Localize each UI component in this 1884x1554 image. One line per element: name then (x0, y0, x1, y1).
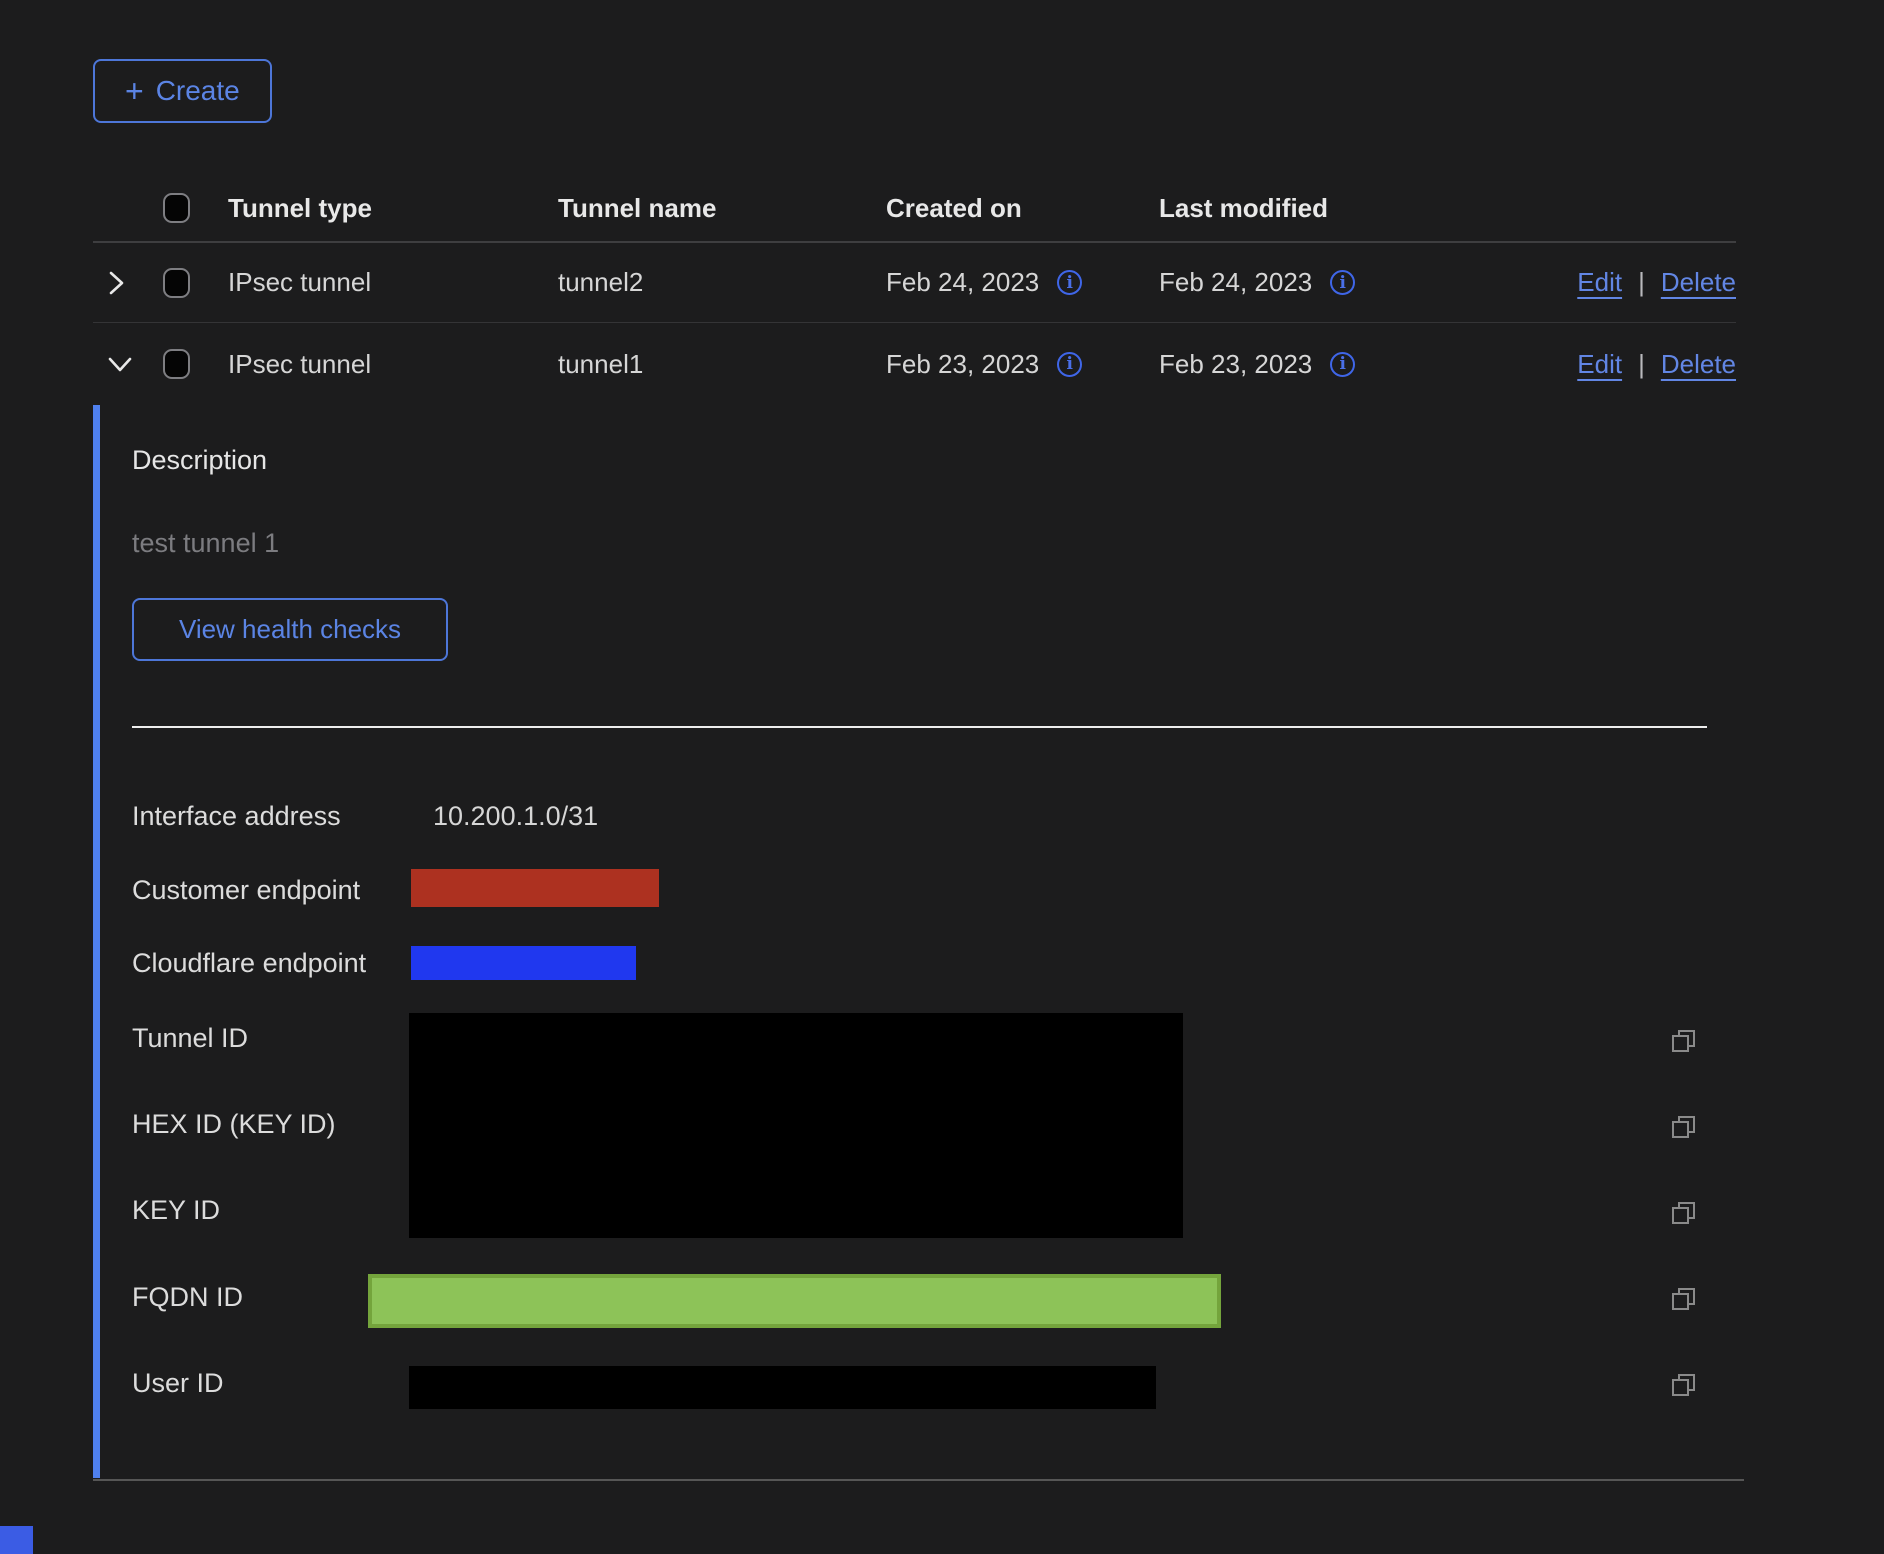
tunnel-name-cell: tunnel1 (558, 349, 886, 380)
edit-link[interactable]: Edit (1577, 349, 1622, 380)
delete-link[interactable]: Delete (1661, 267, 1736, 298)
partial-panel-border (0, 1526, 33, 1554)
customer-endpoint-redacted-value (411, 869, 659, 907)
description-label: Description (132, 445, 267, 476)
tunnel-name-cell: tunnel2 (558, 267, 886, 298)
tunnel-id-label: Tunnel ID (132, 1023, 248, 1053)
row-checkbox[interactable] (163, 268, 190, 298)
edit-link[interactable]: Edit (1577, 267, 1622, 298)
key-id-label: KEY ID (132, 1195, 220, 1225)
copy-tunnel-id-icon[interactable] (1670, 1027, 1698, 1055)
user-id-label: User ID (132, 1368, 224, 1398)
ids-redacted-values (409, 1013, 1183, 1238)
interface-address-value: 10.200.1.0/31 (433, 801, 598, 831)
section-divider (132, 726, 1707, 728)
copy-key-id-icon[interactable] (1670, 1199, 1698, 1227)
info-icon[interactable]: i (1330, 270, 1355, 295)
actions-separator: | (1638, 349, 1645, 380)
description-value: test tunnel 1 (132, 528, 279, 559)
view-health-checks-button[interactable]: View health checks (132, 598, 448, 661)
create-button-label: Create (156, 75, 240, 107)
actions-separator: | (1638, 267, 1645, 298)
hex-id-label: HEX ID (KEY ID) (132, 1109, 336, 1139)
customer-endpoint-label: Customer endpoint (132, 875, 360, 905)
tunnel-type-cell: IPsec tunnel (228, 349, 558, 380)
tunnels-table: Tunnel type Tunnel name Created on Last … (93, 175, 1736, 405)
chevron-right-icon[interactable] (106, 269, 126, 297)
delete-link[interactable]: Delete (1661, 349, 1736, 380)
create-button[interactable]: + Create (93, 59, 272, 123)
info-icon[interactable]: i (1057, 352, 1082, 377)
last-modified-value: Feb 23, 2023 (1159, 349, 1312, 380)
tunnel-details-panel: Description test tunnel 1 View health ch… (93, 405, 1736, 1478)
select-all-checkbox[interactable] (163, 193, 190, 223)
created-on-value: Feb 24, 2023 (886, 267, 1039, 298)
tunnel-type-cell: IPsec tunnel (228, 267, 558, 298)
tunnels-page: + Create Tunnel type Tunnel name Created… (0, 0, 1884, 1554)
info-icon[interactable]: i (1330, 352, 1355, 377)
header-tunnel-name: Tunnel name (558, 193, 886, 224)
fqdn-id-label: FQDN ID (132, 1282, 243, 1312)
chevron-down-icon[interactable] (106, 354, 134, 374)
table-header-row: Tunnel type Tunnel name Created on Last … (93, 175, 1736, 243)
copy-fqdn-id-icon[interactable] (1670, 1285, 1698, 1313)
cloudflare-endpoint-redacted-value (411, 946, 636, 980)
row-checkbox[interactable] (163, 349, 190, 379)
copy-hex-id-icon[interactable] (1670, 1113, 1698, 1141)
header-last-modified: Last modified (1159, 193, 1479, 224)
header-created-on: Created on (886, 193, 1159, 224)
fqdn-id-redacted-value (368, 1274, 1221, 1328)
last-modified-value: Feb 24, 2023 (1159, 267, 1312, 298)
header-tunnel-type: Tunnel type (228, 193, 558, 224)
created-on-value: Feb 23, 2023 (886, 349, 1039, 380)
info-icon[interactable]: i (1057, 270, 1082, 295)
table-row: IPsec tunnel tunnel1 Feb 23, 2023 i Feb … (93, 323, 1736, 405)
copy-user-id-icon[interactable] (1670, 1371, 1698, 1399)
user-id-redacted-value (409, 1366, 1156, 1409)
table-bottom-divider (93, 1479, 1744, 1481)
table-row: IPsec tunnel tunnel2 Feb 24, 2023 i Feb … (93, 243, 1736, 323)
cloudflare-endpoint-label: Cloudflare endpoint (132, 948, 366, 978)
plus-icon: + (125, 75, 144, 107)
interface-address-label: Interface address (132, 801, 341, 831)
